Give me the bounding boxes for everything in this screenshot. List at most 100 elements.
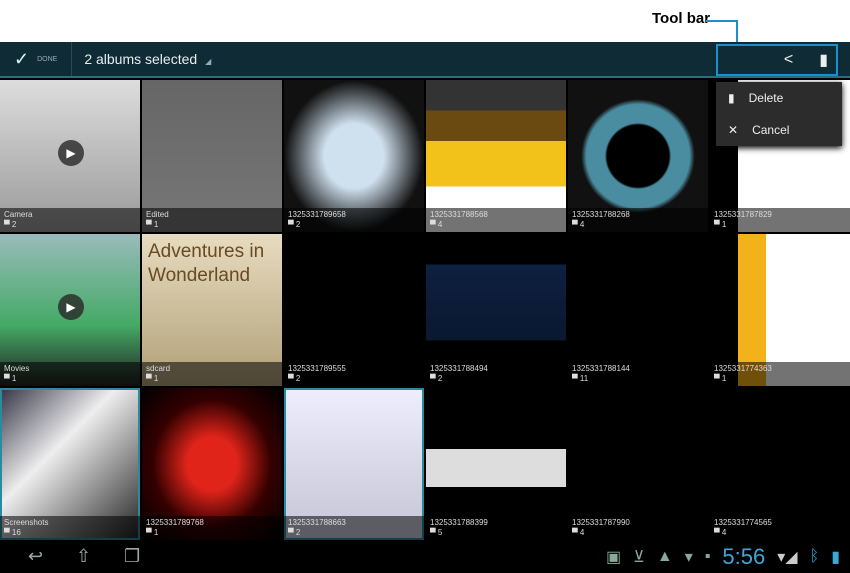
album-tile[interactable]: 1325331774363 ▀ 1 xyxy=(710,234,850,386)
folder-icon: ▀ xyxy=(4,374,12,383)
album-tile[interactable]: 1325331788494 ▀ 2 xyxy=(426,234,566,386)
album-tile[interactable]: 1325331789555 ▀ 2 xyxy=(284,234,424,386)
album-count: ▀ 1 xyxy=(146,374,159,383)
back-icon[interactable]: ↩ xyxy=(28,546,48,567)
album-caption: 1325331789768 ▀ 1 xyxy=(142,516,282,540)
album-caption: Edited ▀ 1 xyxy=(142,208,282,232)
folder-icon: ▀ xyxy=(572,220,580,229)
album-count: ▀ 2 xyxy=(288,528,301,537)
gallery-screen: ✓ DONE 2 albums selected ◢ < ▮ ▶ Camera ▀ 2… xyxy=(0,42,850,573)
album-caption: 1325331774565 ▀ 4 xyxy=(710,516,850,540)
download-icon: ⊻ xyxy=(633,549,645,566)
folder-icon: ▀ xyxy=(714,220,722,229)
folder-icon: ▀ xyxy=(430,528,438,537)
done-button[interactable]: ✓ DONE xyxy=(0,42,73,76)
album-name: 1325331774363 xyxy=(714,364,772,373)
status-area[interactable]: ▣ ⊻ ▲ ▾ ▪ 5:56 ▾◢ ᛒ ▮ xyxy=(606,544,840,570)
album-caption: 1325331788144 ▀ 11 xyxy=(568,362,708,386)
album-name: 1325331774565 xyxy=(714,518,772,527)
wifi-icon: ▾ xyxy=(684,549,693,566)
album-caption: 1325331787990 ▀ 4 xyxy=(568,516,708,540)
folder-icon: ▀ xyxy=(430,220,438,229)
close-icon: ✕ xyxy=(728,123,739,137)
album-name: 1325331788663 xyxy=(288,518,346,527)
folder-icon: ▀ xyxy=(4,528,12,537)
album-tile[interactable]: 1325331788268 ▀ 4 xyxy=(568,80,708,232)
album-caption: 1325331788268 ▀ 4 xyxy=(568,208,708,232)
album-caption: 1325331789658 ▀ 2 xyxy=(284,208,424,232)
album-caption: Movies ▀ 1 xyxy=(0,362,140,386)
album-count: ▀ 1 xyxy=(146,528,159,537)
album-tile[interactable]: Screenshots ▀ 16 xyxy=(0,388,140,540)
recent-apps-icon[interactable]: ❐ xyxy=(124,546,144,567)
album-count: ▀ 4 xyxy=(430,220,443,229)
folder-icon: ▀ xyxy=(146,528,154,537)
folder-icon: ▀ xyxy=(4,220,12,229)
folder-icon: ▀ xyxy=(572,528,580,537)
warning-icon: ▲ xyxy=(656,548,673,565)
album-caption: 1325331788568 ▀ 4 xyxy=(426,208,566,232)
album-name: Camera xyxy=(4,210,33,219)
album-tile[interactable]: Adventures in Wonderland sdcard ▀ 1 xyxy=(142,234,282,386)
dropdown-caret-icon: ◢ xyxy=(205,57,212,66)
album-count: ▀ 16 xyxy=(4,528,21,537)
album-name: 1325331789658 xyxy=(288,210,346,219)
share-icon[interactable]: < xyxy=(784,51,793,69)
album-name: Edited xyxy=(146,210,169,219)
album-caption: 1325331788663 ▀ 2 xyxy=(284,516,424,540)
album-tile[interactable]: ▶ Camera ▀ 2 xyxy=(0,80,140,232)
album-tile[interactable]: 1325331789768 ▀ 1 xyxy=(142,388,282,540)
album-count: ▀ 2 xyxy=(430,374,443,383)
album-tile[interactable]: 1325331788663 ▀ 2 xyxy=(284,388,424,540)
album-count: ▀ 5 xyxy=(430,528,443,537)
battery-icon: ▮ xyxy=(831,549,840,566)
trash-icon[interactable]: ▮ xyxy=(819,50,828,70)
thumbnail-title: Adventures in Wonderland xyxy=(148,241,265,286)
album-count: ▀ 4 xyxy=(572,528,585,537)
album-count: ▀ 2 xyxy=(4,220,17,229)
play-icon: ▶ xyxy=(58,140,84,166)
album-caption: 1325331788399 ▀ 5 xyxy=(426,516,566,540)
toolbar-callout-label: Tool bar xyxy=(652,10,711,27)
album-name: Movies xyxy=(4,364,30,373)
album-count: ▀ 1 xyxy=(714,220,727,229)
album-name: 1325331788144 xyxy=(572,364,630,373)
bluetooth-icon: ᛒ xyxy=(809,548,820,565)
notification-icon: ▣ xyxy=(606,549,622,566)
album-name: Screenshots xyxy=(4,518,49,527)
folder-icon: ▀ xyxy=(288,220,296,229)
checkmark-icon: ✓ xyxy=(14,48,30,69)
album-tile[interactable]: 1325331774565 ▀ 4 xyxy=(710,388,850,540)
album-name: 1325331789555 xyxy=(288,364,346,373)
album-tile[interactable]: 1325331787990 ▀ 4 xyxy=(568,388,708,540)
album-count: ▀ 1 xyxy=(146,220,159,229)
folder-icon: ▀ xyxy=(714,528,722,537)
trash-icon: ▮ xyxy=(728,91,735,105)
menu-item-delete[interactable]: ▮ Delete xyxy=(716,82,842,114)
album-tile[interactable]: 1325331788399 ▀ 5 xyxy=(426,388,566,540)
album-tile[interactable]: 1325331788568 ▀ 4 xyxy=(426,80,566,232)
folder-icon: ▀ xyxy=(288,374,296,383)
menu-item-cancel[interactable]: ✕ Cancel xyxy=(716,114,842,146)
folder-icon: ▀ xyxy=(572,374,580,383)
album-name: 1325331788268 xyxy=(572,210,630,219)
home-icon[interactable]: ⇧ xyxy=(76,546,96,567)
album-grid: ▶ Camera ▀ 2 Edited ▀ 1 1325331789658 ▀ 2 13253… xyxy=(0,80,850,540)
album-caption: 1325331789555 ▀ 2 xyxy=(284,362,424,386)
album-tile[interactable]: 1325331788144 ▀ 11 xyxy=(568,234,708,386)
selection-dropdown[interactable]: 2 albums selected ◢ xyxy=(84,51,211,67)
album-count: ▀ 11 xyxy=(572,374,589,383)
folder-icon: ▀ xyxy=(430,374,438,383)
album-tile[interactable]: Edited ▀ 1 xyxy=(142,80,282,232)
album-caption: Screenshots ▀ 16 xyxy=(0,516,140,540)
album-tile[interactable]: 1325331789658 ▀ 2 xyxy=(284,80,424,232)
album-count: ▀ 4 xyxy=(572,220,585,229)
folder-icon: ▀ xyxy=(146,220,154,229)
folder-icon: ▀ xyxy=(714,374,722,383)
system-nav-bar: ↩ ⇧ ❐ ▣ ⊻ ▲ ▾ ▪ 5:56 ▾◢ ᛒ ▮ xyxy=(0,540,850,573)
album-tile[interactable]: ▶ Movies ▀ 1 xyxy=(0,234,140,386)
toolbar: < ▮ xyxy=(716,44,838,76)
album-name: sdcard xyxy=(146,364,171,373)
album-caption: 1325331788494 ▀ 2 xyxy=(426,362,566,386)
album-name: 1325331787990 xyxy=(572,518,630,527)
